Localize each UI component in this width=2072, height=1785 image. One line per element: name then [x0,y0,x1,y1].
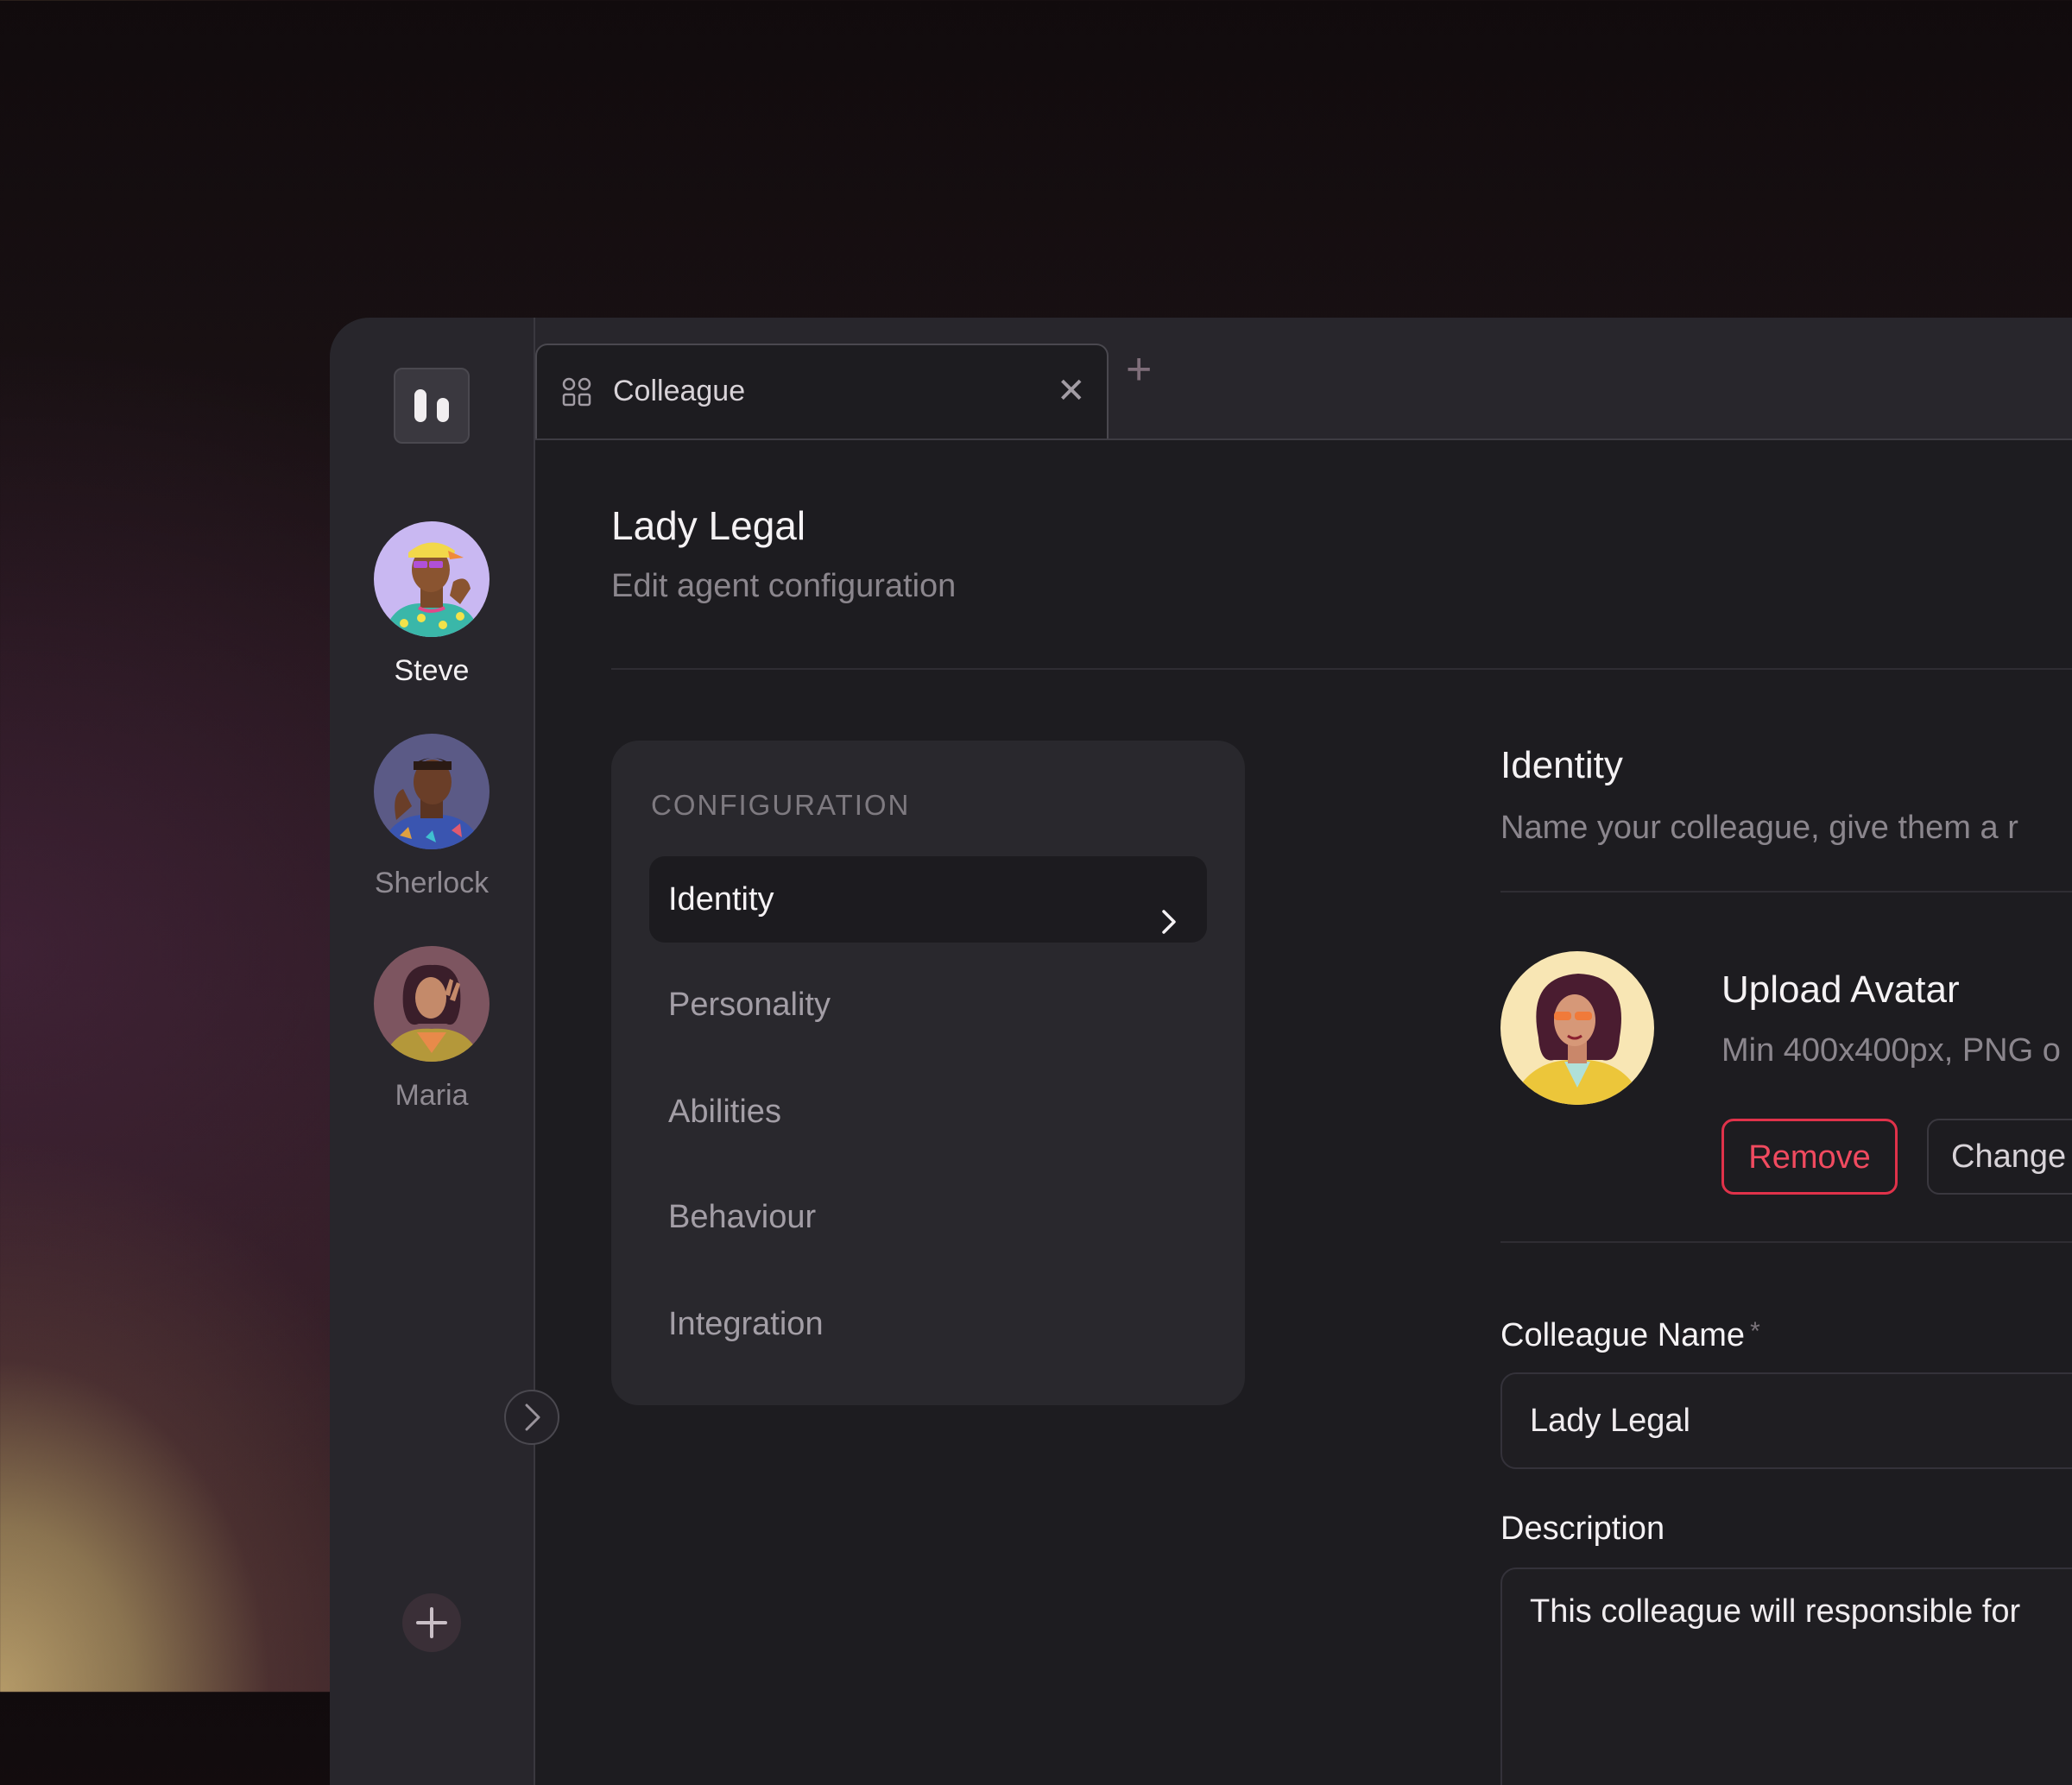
sidebar-agent-sherlock[interactable]: Sherlock [330,734,534,900]
config-item-integration[interactable]: Integration [649,1281,1207,1367]
add-agent-button[interactable] [402,1593,461,1652]
grid-icon [561,376,592,412]
agent-name: Steve [394,654,470,687]
upload-avatar-title: Upload Avatar [1721,968,1960,1011]
config-item-behaviour[interactable]: Behaviour [649,1174,1207,1260]
colleague-name-value: Lady Legal [1530,1403,1690,1439]
config-item-label: Abilities [668,1094,781,1130]
avatar [374,946,490,1062]
close-icon[interactable]: ✕ [1057,371,1086,411]
agent-name: Sherlock [374,867,490,899]
tab-colleague[interactable]: Colleague ✕ [535,344,1109,438]
agent-sidebar: Steve Sherlock Maria [330,318,535,1785]
page-subtitle: Edit agent configuration [611,568,957,604]
app-window: Steve Sherlock Maria Colleague ✕ + Lady … [330,318,2072,1785]
collapse-sidebar-button[interactable] [504,1390,559,1445]
avatar [374,734,490,849]
tab-bar: Colleague ✕ + [535,318,2072,440]
sidebar-agent-steve[interactable]: Steve [330,521,534,688]
config-item-label: Integration [668,1306,824,1342]
config-item-label: Behaviour [668,1199,817,1235]
avatar [374,521,490,637]
config-item-abilities[interactable]: Abilities [649,1069,1207,1155]
section-title: Identity [1500,744,1623,786]
config-item-personality[interactable]: Personality [649,962,1207,1048]
config-item-identity[interactable]: Identity [649,856,1207,943]
add-tab-button[interactable]: + [1126,347,1152,392]
divider [1500,891,2072,892]
logo-bar [414,389,426,422]
divider [1500,1241,2072,1243]
page-title: Lady Legal [611,503,806,548]
chevron-right-icon [525,1403,540,1431]
main-content: Lady Legal Edit agent configuration CONF… [535,440,2072,1785]
change-avatar-button[interactable]: Change [1927,1119,2072,1195]
upload-avatar-hint: Min 400x400px, PNG o [1721,1032,2061,1069]
tab-title: Colleague [613,375,746,407]
chevron-right-icon [1159,884,1179,970]
description-label: Description [1500,1511,1665,1547]
required-marker: * [1750,1317,1760,1346]
sidebar-agent-maria[interactable]: Maria [330,946,534,1113]
colleague-avatar [1500,951,1654,1105]
app-logo[interactable] [394,368,470,444]
description-value: This colleague will responsible for [1530,1593,2021,1630]
config-item-label: Identity [668,881,774,918]
description-textarea[interactable]: This colleague will responsible for [1500,1567,2072,1785]
configuration-heading: CONFIGURATION [651,789,911,821]
colleague-name-input[interactable]: Lady Legal [1500,1372,2072,1469]
divider [611,668,2072,670]
logo-bar [437,398,449,422]
configuration-menu: CONFIGURATION Identity Personality Abili… [611,741,1245,1405]
section-description: Name your colleague, give them a r [1500,810,2018,846]
colleague-name-label-text: Colleague Name [1500,1317,1746,1353]
config-item-label: Personality [668,987,831,1023]
colleague-name-label: Colleague Name * [1500,1317,1760,1354]
remove-avatar-button[interactable]: Remove [1721,1119,1898,1195]
plus-icon [416,1607,447,1638]
agent-name: Maria [395,1079,469,1112]
